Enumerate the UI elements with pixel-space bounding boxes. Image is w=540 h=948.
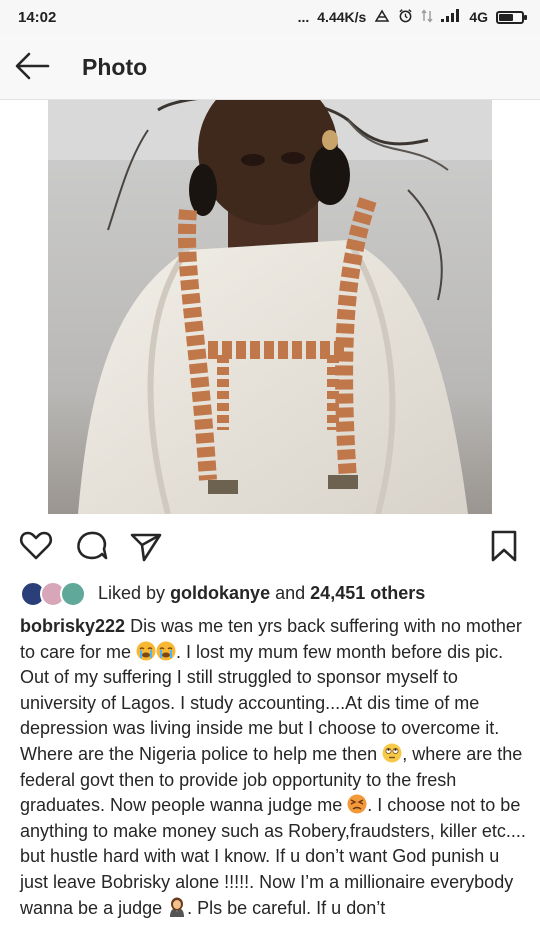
- status-bar: 14:02 ... 4.44K/s 4G: [0, 0, 540, 34]
- heart-icon: [19, 531, 53, 560]
- likes-conj: and: [275, 583, 306, 603]
- likes-summary[interactable]: Liked by goldokanye and 24,451 others: [98, 583, 425, 604]
- like-button[interactable]: [18, 528, 54, 564]
- data-saver-icon: [374, 9, 390, 26]
- back-arrow-icon: [15, 52, 50, 80]
- status-dots: ...: [297, 9, 310, 25]
- avatar: [60, 581, 86, 607]
- status-time: 14:02: [18, 9, 57, 26]
- battery-icon: [496, 10, 527, 24]
- photo-image: [48, 100, 492, 514]
- likes-count[interactable]: 24,451 others: [310, 583, 425, 603]
- liker-username[interactable]: goldokanye: [170, 583, 270, 603]
- signal-icon: [441, 9, 461, 25]
- bookmark-button[interactable]: [486, 528, 522, 564]
- likes-row: Liked by goldokanye and 24,451 others: [0, 578, 540, 610]
- network-type: 4G: [469, 9, 488, 25]
- back-button[interactable]: [12, 48, 52, 84]
- liker-avatars[interactable]: [20, 581, 88, 607]
- status-icons: ... 4.44K/s 4G: [297, 8, 527, 26]
- rolling-eyes-emoji-icon: [382, 743, 402, 763]
- woman-judge-emoji-icon: [167, 897, 187, 917]
- caption-text: . Pls be careful. If u don’t: [187, 897, 386, 918]
- comment-icon: [77, 531, 108, 560]
- comment-button[interactable]: [74, 528, 110, 564]
- alarm-icon: [398, 8, 413, 26]
- post-actions: [0, 524, 540, 568]
- share-icon: [130, 533, 162, 562]
- post-caption: bobrisky222 Dis was me ten yrs back suff…: [20, 614, 526, 921]
- persevering-face-emoji-icon: [347, 794, 367, 814]
- crying-face-emoji-icon: [156, 641, 176, 661]
- share-button[interactable]: [128, 528, 164, 564]
- app-header: Photo: [0, 34, 540, 100]
- data-transfer-icon: [421, 8, 433, 26]
- page-title: Photo: [82, 54, 148, 80]
- bookmark-icon: [491, 530, 517, 562]
- post-photo[interactable]: [48, 100, 492, 514]
- caption-username[interactable]: bobrisky222: [20, 616, 125, 636]
- post-photo-container: [0, 100, 540, 516]
- network-speed: 4.44K/s: [317, 9, 367, 25]
- crying-face-emoji-icon: [136, 641, 156, 661]
- likes-prefix: Liked by: [98, 583, 166, 603]
